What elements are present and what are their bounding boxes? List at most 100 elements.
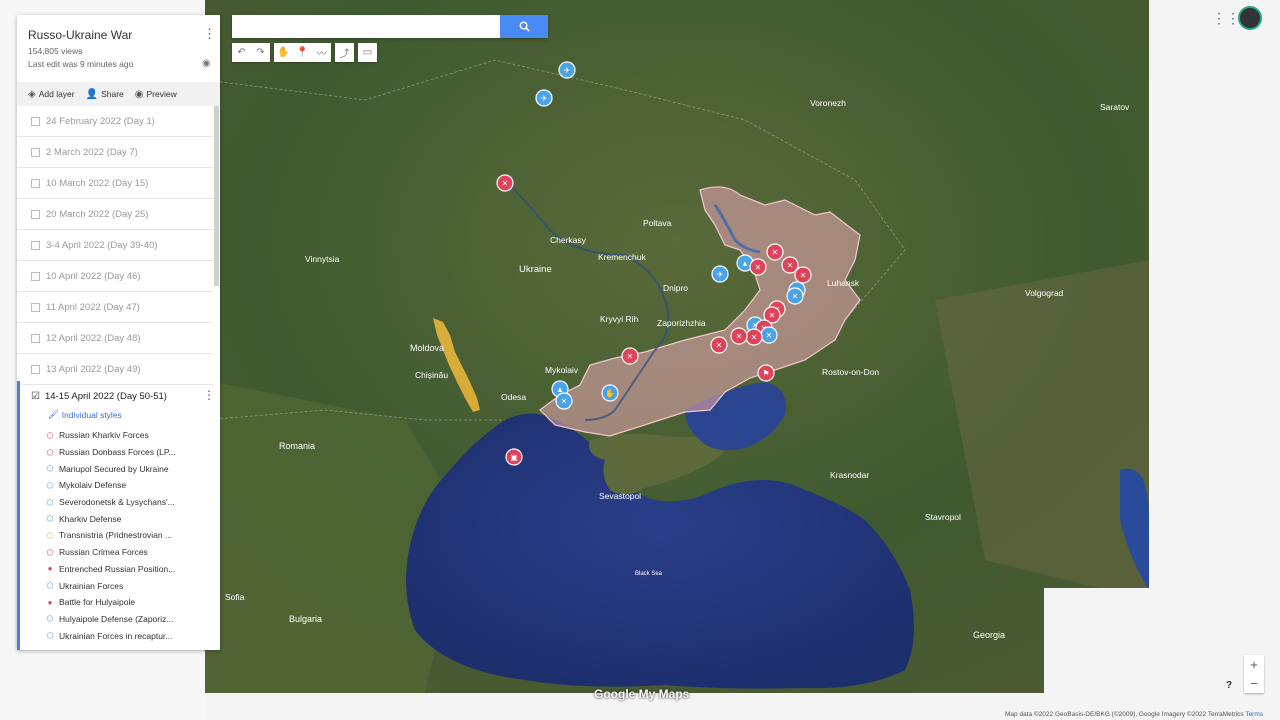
preview-button[interactable]: ◉ Preview [135, 89, 177, 100]
draw-line-button[interactable]: 〰 [312, 43, 331, 62]
layer-checkbox[interactable] [31, 364, 40, 374]
measure-button[interactable]: ▭ [358, 43, 377, 62]
polygon-icon: ⬠ [46, 581, 54, 591]
share-button[interactable]: 👤 Share [86, 89, 124, 100]
layer-item[interactable]: 3-4 April 2022 (Day 39-40) [17, 230, 213, 261]
marker-russian[interactable]: ✕ [794, 266, 812, 284]
ruler-icon: ▭ [362, 47, 373, 58]
layer-item[interactable]: 10 March 2022 (Day 15) [17, 168, 213, 199]
legend-item[interactable]: ⬠ Russian Donbass Forces (LP... [45, 444, 176, 461]
layer-list: 24 February 2022 (Day 1) 2 March 2022 (D… [17, 106, 213, 385]
legend-item[interactable]: ● Entrenched Russian Position... [45, 561, 176, 578]
redo-button[interactable]: ↷ [251, 43, 270, 62]
satellite-map[interactable]: Ukraine Voronezh Saratov Luhansk Volgogr… [205, 0, 1149, 693]
undo-button[interactable]: ↶ [232, 43, 251, 62]
layer-item[interactable]: 24 February 2022 (Day 1) [17, 106, 213, 137]
marker-ukrainian[interactable]: ✈ [535, 89, 553, 107]
draw-line-icon: 〰 [316, 49, 327, 60]
add-layer-button[interactable]: ◈ Add layer [28, 89, 75, 100]
svg-text:✕: ✕ [502, 179, 509, 188]
layer-checkbox[interactable] [31, 240, 40, 250]
more-options-icon[interactable]: ⋮ [203, 26, 216, 42]
marker-russian[interactable]: ✕ [496, 174, 514, 192]
layer-checkbox[interactable] [31, 147, 40, 157]
layer-checkbox[interactable] [31, 116, 40, 126]
checked-checkbox-icon[interactable]: ☑ [31, 391, 40, 402]
marker-russian[interactable]: ▣ [505, 448, 523, 466]
search-input[interactable] [232, 15, 500, 38]
marker-ukrainian[interactable]: ✕ [760, 326, 778, 344]
help-icon[interactable]: ? [1226, 680, 1232, 691]
map-canvas[interactable]: Ukraine Voronezh Saratov Luhansk Volgogr… [205, 0, 1149, 693]
marker-russian[interactable]: ✕ [621, 347, 639, 365]
active-layer: ☑ 14-15 April 2022 (Day 50-51) ⋮ 🖌 Indiv… [17, 381, 216, 650]
map-label-odesa: Odesa [501, 392, 526, 402]
map-label-luhansk: Luhansk [827, 278, 860, 288]
marker-russian[interactable]: ✕ [745, 328, 763, 346]
add-marker-button[interactable]: 📍 [293, 43, 312, 62]
marker-ukrainian[interactable]: ✕ [786, 287, 804, 305]
zoom-out-button[interactable]: − [1244, 674, 1264, 693]
layer-checkbox[interactable] [31, 333, 40, 343]
legend-item[interactable]: ⬠ Transnistria (Pridnestrovian ... [45, 527, 176, 544]
map-label-romania: Romania [279, 441, 315, 451]
marker-ukrainian[interactable]: ✕ [555, 392, 573, 410]
layer-item[interactable]: 11 April 2022 (Day 47) [17, 292, 213, 323]
individual-styles-label: Individual styles [61, 409, 122, 420]
legend-item[interactable]: ⬠ Russian Crimea Forces [45, 544, 176, 561]
legend-item[interactable]: ⬠ Kharkiv Defense [45, 510, 176, 527]
map-label-zaporizhzhia: Zaporizhzhia [657, 318, 706, 328]
svg-text:⚑: ⚑ [762, 369, 769, 378]
polygon-icon: ⬠ [46, 497, 54, 507]
layer-item[interactable]: 2 March 2022 (Day 7) [17, 137, 213, 168]
preview-label: Preview [146, 89, 177, 99]
map-label-voronezh: Voronezh [810, 98, 846, 108]
legend-item-label: Transnistria (Pridnestrovian ... [59, 530, 173, 541]
map-label-ukraine: Ukraine [519, 264, 552, 275]
layer-item[interactable]: 20 March 2022 (Day 25) [17, 199, 213, 230]
attribution-text: Map data ©2022 GeoBasis-DE/BKG (©2009), … [1005, 711, 1244, 718]
directions-icon: ⤴ [339, 49, 350, 60]
visibility-icon[interactable]: ◉ [202, 58, 211, 69]
legend-item[interactable]: ⬠ Hulyaipole Defense (Zaporiz... [45, 611, 176, 628]
marker-russian[interactable]: ✕ [781, 256, 799, 274]
layer-item[interactable]: 10 April 2022 (Day 46) [17, 261, 213, 292]
legend-item[interactable]: ⬠ Russian Kharkiv Forces [45, 427, 176, 444]
map-label-black-sea: Black Sea [635, 571, 663, 577]
layer-checkbox[interactable] [31, 209, 40, 219]
legend-item[interactable]: ⬠ Mariupol Secured by Ukraine [45, 460, 176, 477]
legend-item[interactable]: ⬠ Severodonetsk & Lysychans'... [45, 494, 176, 511]
select-hand-button[interactable]: ✋ [274, 43, 293, 62]
marker-russian[interactable]: ✕ [749, 258, 767, 276]
terms-link[interactable]: Terms [1245, 711, 1263, 718]
polygon-icon: ⬠ [46, 464, 54, 474]
marker-russian[interactable]: ✕ [710, 336, 728, 354]
svg-text:✕: ✕ [716, 341, 723, 350]
marker-russian[interactable]: ⚑ [757, 364, 775, 382]
marker-ukrainian[interactable]: ✈ [558, 61, 576, 79]
search-button[interactable] [500, 15, 548, 38]
individual-styles-link[interactable]: 🖌 Individual styles [48, 409, 122, 420]
marker-ukrainian[interactable]: ✈ [711, 265, 729, 283]
map-attribution: Map data ©2022 GeoBasis-DE/BKG (©2009), … [1005, 711, 1263, 718]
marker-russian[interactable]: ✕ [766, 243, 784, 261]
layer-item[interactable]: 12 April 2022 (Day 48) [17, 323, 213, 354]
layer-checkbox[interactable] [31, 271, 40, 281]
marker-ukrainian[interactable]: ✋ [601, 384, 619, 402]
marker-russian[interactable]: ✕ [730, 327, 748, 345]
layer-checkbox[interactable] [31, 302, 40, 312]
zoom-in-button[interactable]: + [1244, 655, 1264, 674]
svg-text:✕: ✕ [736, 332, 743, 341]
map-title[interactable]: Russo-Ukraine War [28, 28, 132, 42]
panel-scrollbar[interactable] [214, 106, 219, 286]
avatar[interactable] [1238, 6, 1262, 30]
layer-label: 10 April 2022 (Day 46) [46, 270, 141, 282]
legend-item[interactable]: ⬠ Ukrainian Forces in recaptur... [45, 627, 176, 644]
legend-item[interactable]: ⬠ Mykolaiv Defense [45, 477, 176, 494]
layer-checkbox[interactable] [31, 178, 40, 188]
active-layer-header[interactable]: ☑ 14-15 April 2022 (Day 50-51) [31, 391, 167, 402]
layer-options-icon[interactable]: ⋮ [203, 388, 215, 402]
directions-button[interactable]: ⤴ [335, 43, 354, 62]
legend-item[interactable]: ⬠ Ukrainian Forces [45, 577, 176, 594]
legend-item[interactable]: ● Battle for Hulyaipole [45, 594, 176, 611]
